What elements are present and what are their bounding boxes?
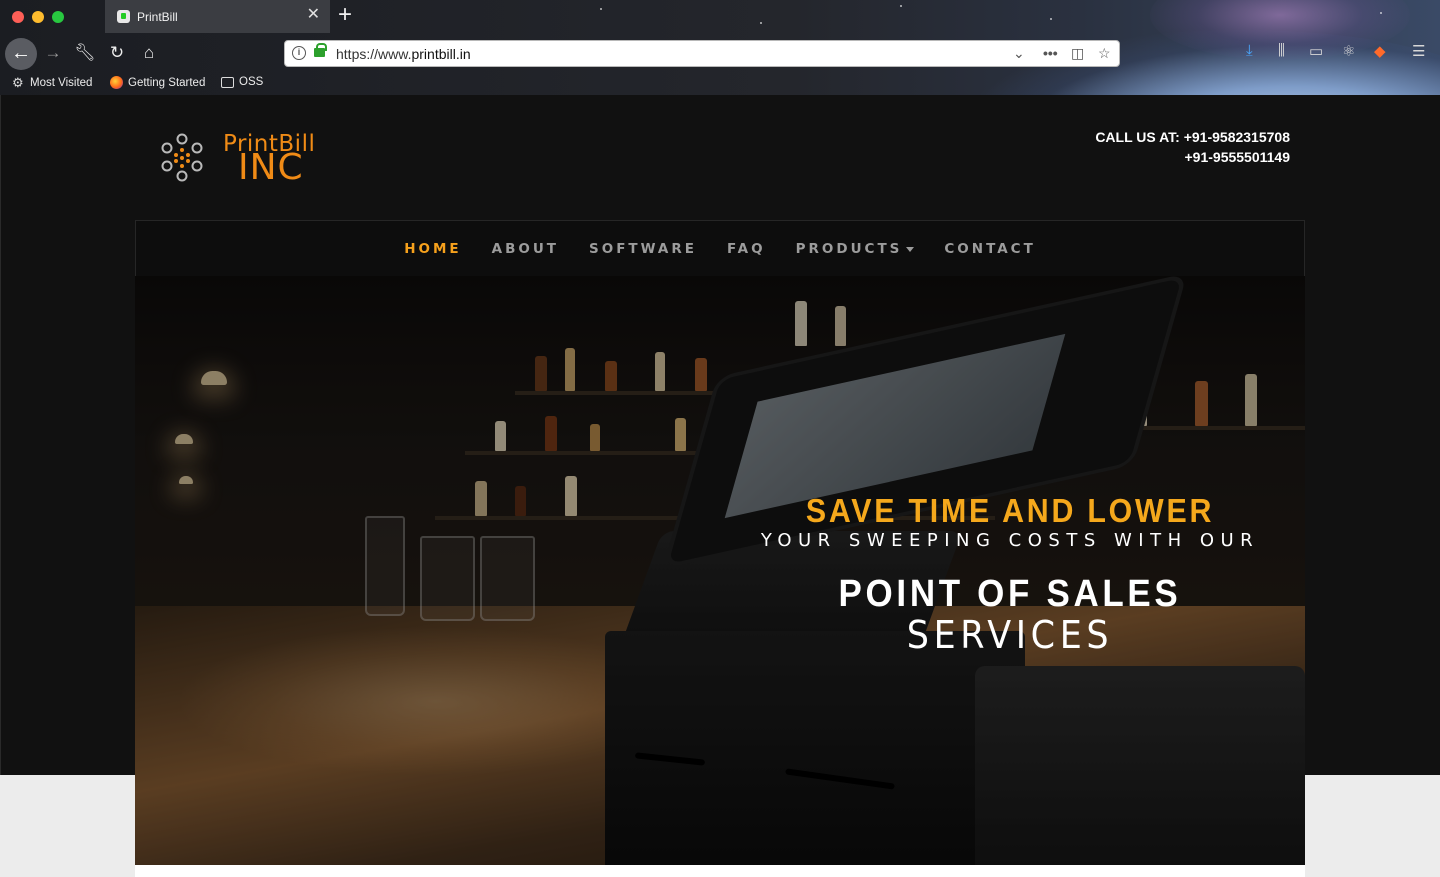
theme-star — [1380, 12, 1382, 14]
tab-title: PrintBill — [137, 10, 178, 24]
back-button[interactable]: ← — [5, 38, 37, 70]
theme-star — [900, 5, 902, 7]
browser-chrome: PrintBill ✕ + ← → 🔧︎ ↻ ⌂ i https://www.p… — [0, 0, 1440, 95]
phone-line-2: +91-9555501149 — [1184, 149, 1291, 165]
site-logo[interactable]: PrintBill INC — [158, 131, 358, 188]
nav-contact[interactable]: CONTACT — [929, 241, 1050, 257]
web-page: PrintBill INC CALL US AT: +91-9582315708… — [0, 95, 1440, 877]
bookmark-label: Getting Started — [128, 76, 206, 89]
library-icon[interactable]: ⫼ — [1278, 42, 1285, 59]
window-close-button[interactable] — [12, 11, 24, 23]
bookmark-label: OSS — [239, 76, 264, 88]
nav-home[interactable]: HOME — [389, 241, 476, 257]
bookmark-most-visited[interactable]: ⚙ Most Visited — [12, 76, 92, 89]
chevron-down-icon[interactable]: ⌄ — [1013, 45, 1025, 62]
hero-subline: YOUR SWEEPING COSTS WITH OUR — [760, 530, 1260, 551]
url-host: printbill.in — [411, 46, 471, 62]
reload-button[interactable]: ↻ — [104, 40, 130, 66]
bookmark-star-icon[interactable]: ☆ — [1098, 45, 1111, 62]
tab-printbill[interactable]: PrintBill ✕ — [105, 0, 330, 33]
sidebar-icon[interactable]: ▭ — [1309, 42, 1323, 60]
bookmark-label: Most Visited — [30, 76, 93, 89]
react-devtools-icon[interactable]: ⚛ — [1342, 42, 1355, 60]
hero-headline: SAVE TIME AND LOWER — [805, 492, 1215, 529]
theme-star — [760, 22, 762, 24]
info-icon[interactable]: i — [292, 46, 306, 60]
nav-software[interactable]: SOFTWARE — [574, 241, 712, 257]
logo-mark-icon — [161, 133, 203, 182]
nav-products-label: PRODUCTS — [795, 241, 903, 257]
contact-phone: CALL US AT: +91-9582315708 +91-955550114… — [1095, 127, 1290, 167]
url-text: https://www.printbill.in — [336, 46, 471, 62]
window-minimize-button[interactable] — [32, 11, 44, 23]
download-icon[interactable]: ⤓ — [1246, 42, 1253, 59]
firefox-icon — [110, 76, 123, 89]
bookmarks-toolbar: ⚙ Most Visited Getting Started OSS — [0, 72, 1440, 95]
caret-down-icon — [906, 246, 915, 252]
folder-icon — [221, 77, 234, 88]
lock-icon[interactable] — [314, 43, 327, 57]
nav-about[interactable]: ABOUT — [477, 241, 574, 257]
phone-line-1: CALL US AT: +91-9582315708 — [1095, 129, 1290, 145]
firefox-account-icon[interactable]: ◆ — [1374, 42, 1386, 60]
forward-button[interactable]: → — [40, 40, 66, 66]
address-bar[interactable]: i https://www.printbill.in ⌄ ••• ◫ ☆ — [284, 40, 1120, 67]
nav-faq[interactable]: FAQ — [712, 241, 781, 257]
bookmark-getting-started[interactable]: Getting Started — [110, 76, 205, 89]
home-button[interactable]: ⌂ — [136, 40, 162, 66]
hero-service-subtitle: SERVICES — [906, 613, 1114, 657]
favicon-icon — [117, 10, 130, 23]
theme-star — [1050, 18, 1052, 20]
logo-text-bottom: INC — [238, 147, 304, 188]
tab-close-icon[interactable]: ✕ — [307, 7, 320, 23]
wrench-icon[interactable]: 🔧︎ — [72, 40, 98, 66]
nav-products[interactable]: PRODUCTS — [781, 241, 930, 257]
url-scheme: https://www. — [336, 46, 412, 62]
gear-icon: ⚙ — [12, 75, 24, 90]
page-edge — [0, 95, 1, 775]
hero-tagline: SAVE TIME AND LOWER YOUR SWEEPING COSTS … — [735, 491, 1285, 655]
page-actions-icon[interactable]: ••• — [1043, 45, 1058, 61]
theme-star — [600, 8, 602, 10]
bookmark-oss[interactable]: OSS — [221, 76, 263, 88]
hamburger-menu-icon[interactable]: ☰ — [1412, 42, 1425, 60]
hero-service-title: POINT OF SALES — [838, 573, 1182, 615]
new-tab-button[interactable]: + — [338, 3, 352, 27]
main-nav: HOME ABOUT SOFTWARE FAQ PRODUCTS CONTACT — [135, 220, 1305, 276]
pocket-icon[interactable]: ◫ — [1071, 45, 1084, 62]
hero-banner: SAVE TIME AND LOWER YOUR SWEEPING COSTS … — [135, 276, 1305, 865]
window-zoom-button[interactable] — [52, 11, 64, 23]
content-strip — [135, 865, 1305, 877]
